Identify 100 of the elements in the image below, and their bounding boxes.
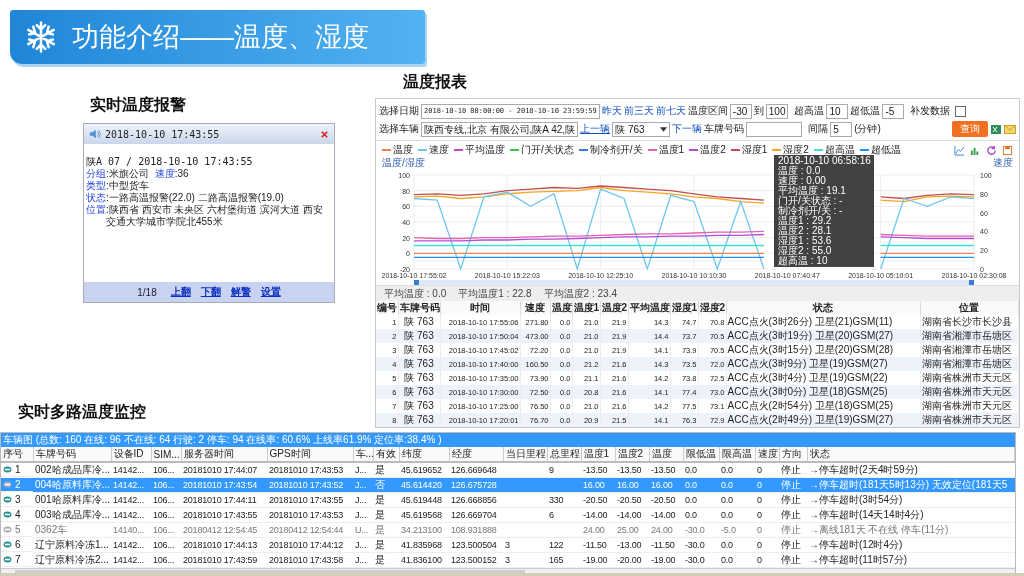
table-row[interactable]: 4 003哈成品库冷... 14142... 106... 20181010 17:43:55 20181010 17:43:53 J... 是 45.619568 126.669704 6 -14.00 -14.00 -14.00 0.0 0.0 0 停止 →停车超时(14天14时4分) [1, 507, 1015, 523]
legend-item[interactable]: 超高温 [813, 143, 855, 157]
save-icon[interactable] [1002, 144, 1013, 156]
legend-item[interactable]: 速度 [418, 143, 449, 157]
close-icon[interactable] [320, 129, 329, 139]
vehicle-field[interactable]: 陕西专线,北京 有限公司,陕A 42,陕 [421, 121, 579, 137]
table-row[interactable]: 3 001哈原料库冷... 14142... 106... 20181010 17:44:11 20181010 17:43:55 J... 是 45.619448 126.668856 330 -20.50 -20.50 -20.50 0.0 0.0 0 停止 →停车超时(3时54分) [1, 492, 1015, 508]
table-cell: 14142... [113, 465, 144, 475]
column-header[interactable]: 温度 [649, 447, 683, 462]
date-link[interactable]: 昨天 [601, 104, 622, 118]
legend-item[interactable]: 门开/关状态 [510, 143, 574, 157]
column-header[interactable]: 时间 [440, 301, 520, 315]
popup-link[interactable]: 解警 [230, 285, 251, 299]
column-header[interactable]: 位置 [920, 301, 1019, 315]
low-temp-field[interactable]: -5 [882, 103, 905, 119]
table-cell: -20.00 [617, 555, 642, 565]
field-label[interactable]: 分组 [86, 168, 106, 180]
field-label[interactable]: 速度 [154, 168, 175, 180]
spreadsheet-icon[interactable] [990, 123, 1002, 135]
column-header[interactable]: SIM... [151, 447, 181, 462]
table-cell: ACC点火(3时0分) 卫星(18)GSM(25) [727, 386, 888, 397]
column-header[interactable]: 服务器时间 [181, 447, 267, 462]
column-header[interactable]: 设备ID [111, 447, 151, 462]
table-cell: 106... [153, 510, 175, 520]
legend-item[interactable]: 温度 [382, 143, 413, 157]
column-header[interactable]: 速度 [755, 447, 779, 462]
legend-item[interactable]: 温度1 [647, 143, 685, 157]
min-temp-field[interactable]: -30 [729, 103, 752, 119]
column-header[interactable]: 湿度2 [698, 301, 726, 315]
table-cell: →停车超时(3时54分) [809, 494, 903, 505]
popup-link[interactable]: 上翻 [170, 285, 191, 299]
table-cell: 14142... [113, 540, 144, 550]
refresh-icon[interactable] [986, 144, 997, 156]
column-header[interactable]: 湿度1 [670, 301, 698, 315]
legend-item[interactable]: 温度2 [689, 143, 726, 157]
checkbox[interactable] [955, 105, 967, 117]
column-header[interactable]: 车牌号码 [33, 447, 111, 462]
vehicle-dropdown[interactable]: 陕 763 [612, 121, 671, 137]
field-label[interactable]: 位置 [86, 204, 106, 216]
table-row[interactable]: 7 辽宁原料冷冻2... 14142... 106... 20181010 17:43:59 20181010 17:43:58 J... 是 41.836100 123.500152 3 165 -19.00 -20.00 -19.00 -30.0 0.0 0 停止 →停车超时(11时57分) [1, 552, 1015, 568]
column-header[interactable]: 车牌号码 [398, 301, 440, 315]
date-link[interactable]: 前七天 [655, 104, 686, 118]
column-header[interactable]: 经度 [449, 447, 503, 462]
legend-item[interactable]: 超低温 [859, 143, 901, 157]
unit-label: (分钟) [854, 122, 881, 136]
popup-link[interactable]: 设置 [260, 285, 281, 299]
legend-item[interactable]: 湿度2 [772, 143, 809, 157]
high-temp-field[interactable]: 10 [826, 103, 849, 119]
table-row[interactable]: 5 0362车 14140... 106... 20180412 12:54:45 20180412 12:54:44 U... 是 34.213100 108.931888 24.00 25.00 24.00 -30.0 -5.0 0 停止 →离线181天 不在线 停车(11分) [1, 522, 1015, 538]
column-header[interactable]: 速度 [520, 301, 550, 315]
table-cell: 0.0 [685, 465, 697, 475]
date-link[interactable]: 前三天 [623, 104, 654, 118]
table-cell: 20181010 17:43:55 [269, 495, 344, 505]
table-row[interactable]: 6 辽宁原料冷冻1... 14142... 106... 20181010 17:44:13 20181010 17:44:12 J... 是 41.835968 123.500504 3 122 -11.50 -13.00 -11.50 -30.0 0.0 0 停止 →停车超时(12时4分) [1, 537, 1015, 553]
column-header[interactable]: 状态 [807, 447, 1015, 462]
table-cell: →停车超时(14天14时4分) [809, 509, 924, 520]
tooltip-line: 温度1 : 29.2 [778, 216, 833, 226]
table-cell: -13.50 [651, 465, 676, 475]
table-cell: 6 [15, 538, 21, 550]
column-header[interactable]: 温度2 [600, 301, 628, 315]
mail-icon[interactable] [1004, 123, 1016, 135]
range-scrollbar[interactable] [414, 280, 974, 285]
field-label[interactable]: 状态 [86, 192, 106, 204]
column-header[interactable]: 有效 [373, 447, 399, 462]
column-header[interactable]: 限低温 [683, 447, 719, 462]
table-row[interactable]: 1 002哈成品库冷... 14142... 106... 20181010 17:44:07 20181010 17:43:53 J... 是 45.619652 126.669648 9 -13.50 -13.50 -13.50 0.0 0.0 0 停止 →停车超时(2天4时59分) [1, 462, 1015, 478]
plate-field[interactable] [746, 121, 803, 137]
table-cell: 20181010 17:43:55 [183, 510, 258, 520]
max-temp-field[interactable]: 100 [765, 103, 789, 119]
table-cell: 停止 [781, 554, 801, 565]
popup-link[interactable]: 下翻 [200, 285, 221, 299]
column-header[interactable]: 方向 [779, 447, 807, 462]
column-header[interactable]: 编号 [376, 301, 398, 315]
table-cell: 湖南省株洲市天元区 [921, 386, 1012, 397]
column-header[interactable]: 当日里程 [503, 447, 547, 462]
column-header[interactable]: 温度 [550, 301, 572, 315]
legend-item[interactable]: 湿度1 [730, 143, 768, 157]
column-header[interactable]: 纬度 [399, 447, 449, 462]
table-cell: 0 [757, 480, 762, 490]
column-header[interactable]: 温度1 [572, 301, 600, 315]
vehicle-status-icon [3, 555, 12, 563]
column-header[interactable]: 序号 [1, 447, 33, 462]
prev-vehicle-link[interactable]: 上一辆 [580, 122, 611, 136]
field-label[interactable]: 类型 [86, 180, 106, 192]
next-vehicle-link[interactable]: 下一辆 [672, 122, 703, 136]
column-header[interactable]: 温度2 [615, 447, 649, 462]
legend-item[interactable]: 平均温度 [454, 143, 505, 157]
column-header[interactable]: 温度1 [581, 447, 615, 462]
column-header[interactable]: GPS时间 [267, 447, 353, 462]
line-chart-icon[interactable] [954, 144, 965, 156]
interval-field[interactable]: 5 [830, 121, 853, 137]
legend-item[interactable]: 制冷剂开/关 [578, 143, 643, 157]
table-cell: 14142... [113, 555, 144, 565]
column-header[interactable]: 平均温度 [628, 301, 670, 315]
table-cell: 陕 763 [404, 330, 434, 341]
field-value: :中型货车 [106, 180, 150, 192]
page-counter: 1/18 [137, 286, 157, 298]
column-header[interactable]: 状态 [726, 301, 920, 315]
column-header[interactable]: 总里程 [547, 447, 581, 462]
column-header[interactable]: 限高温 [719, 447, 755, 462]
